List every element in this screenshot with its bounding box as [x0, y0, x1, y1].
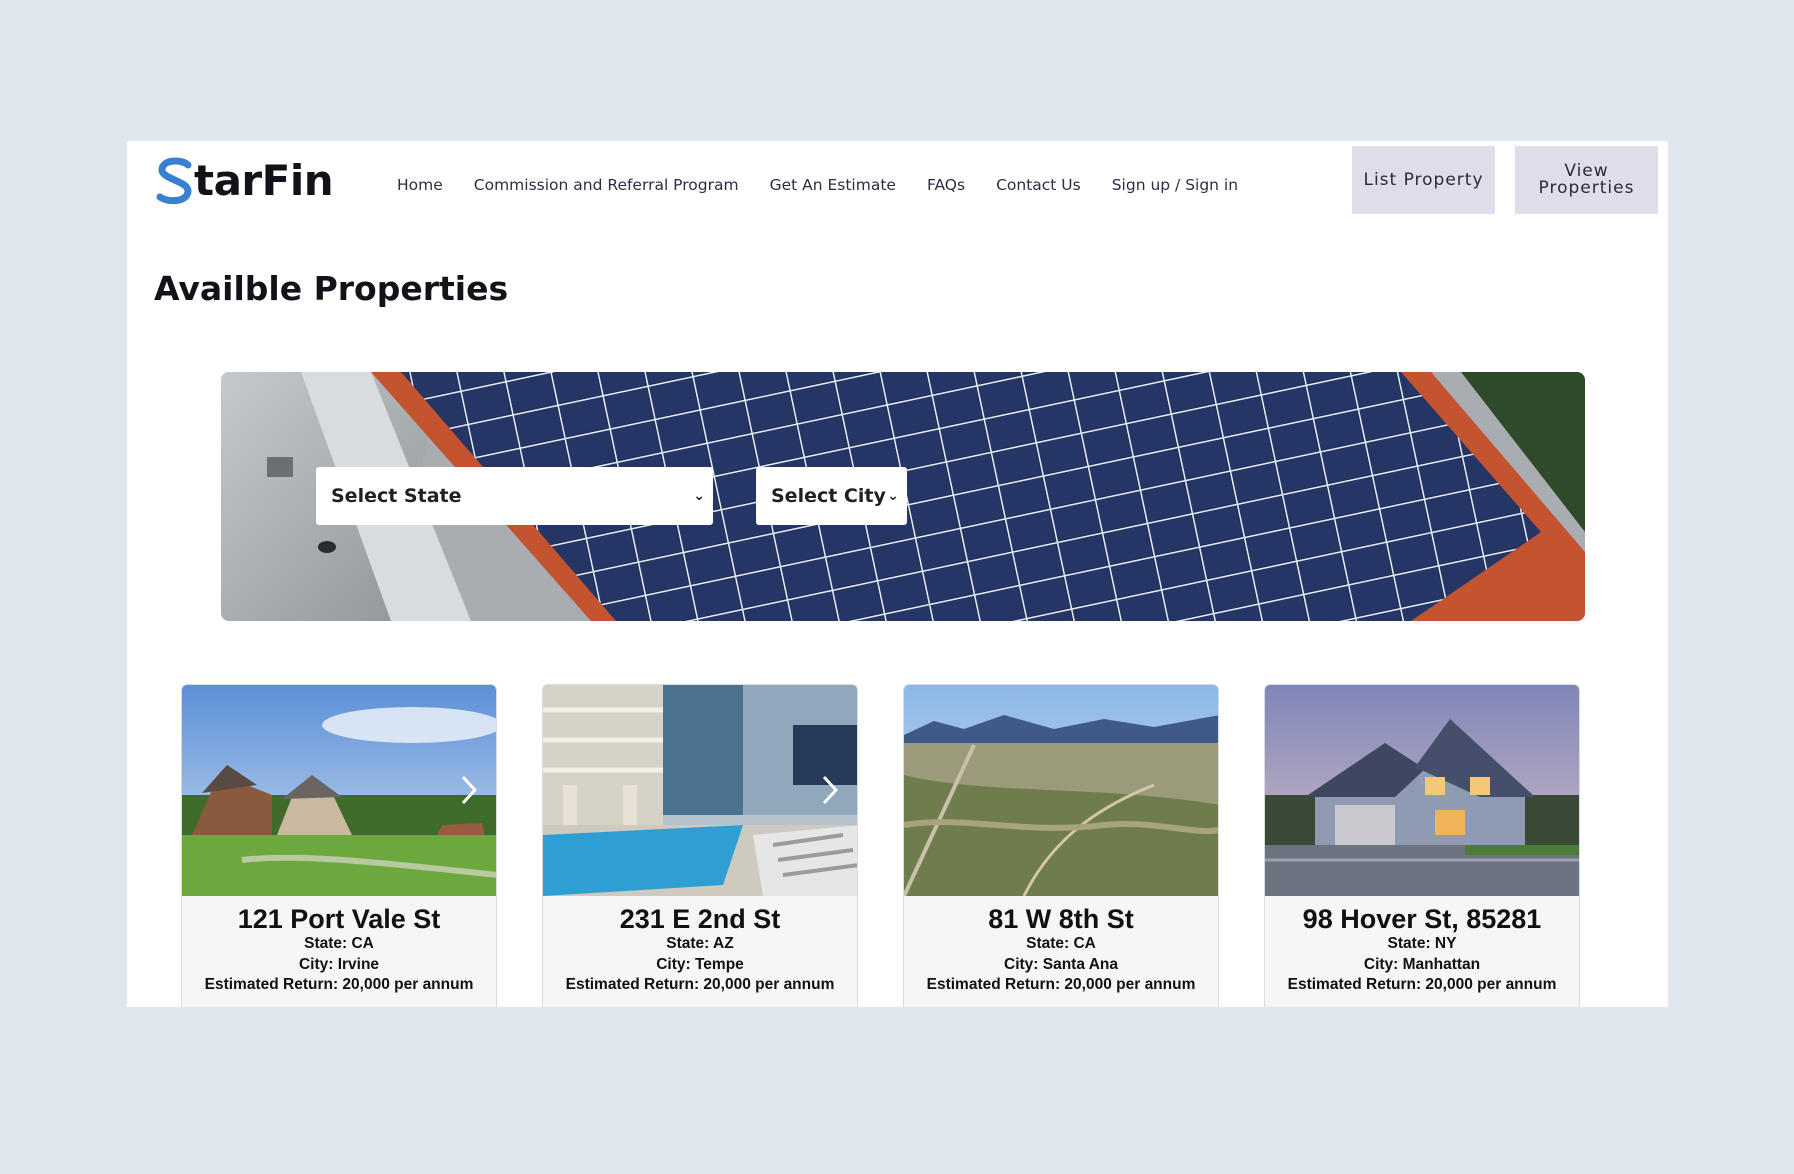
list-property-button[interactable]: List Property: [1352, 146, 1495, 214]
main-nav: Home Commission and Referral Program Get…: [397, 176, 1238, 194]
nav-faqs[interactable]: FAQs: [927, 176, 965, 194]
property-title: 98 Hover St, 85281: [1302, 904, 1542, 934]
property-return: Estimated Return: 20,000 per annum: [1287, 976, 1557, 993]
chevron-down-icon: ⌄: [693, 488, 705, 504]
property-state: State: AZ: [666, 935, 734, 952]
hero-banner: Select State ⌄ Select City ⌄: [221, 372, 1585, 621]
state-select-value: Select State: [331, 485, 462, 507]
chevron-down-icon: ⌄: [887, 488, 899, 504]
property-city: City: Irvine: [298, 955, 380, 973]
property-photo-suburban-homes: [182, 685, 496, 896]
property-return: Estimated Return: 20,000 per annum: [565, 976, 835, 993]
logo[interactable]: tarFin: [154, 155, 334, 207]
page-title: Availble Properties: [154, 269, 509, 308]
logo-text: tarFin: [194, 156, 334, 205]
property-card[interactable]: 81 W 8th St State: CA City: Santa Ana Es…: [903, 684, 1219, 1007]
property-state: State: CA: [304, 935, 374, 952]
nav-sign-in[interactable]: Sign up / Sign in: [1112, 176, 1238, 194]
property-card[interactable]: 121 Port Vale St State: CA City: Irvine …: [181, 684, 497, 1007]
city-select[interactable]: Select City ⌄: [756, 467, 907, 525]
logo-mark-icon: [156, 157, 192, 205]
nav-home[interactable]: Home: [397, 176, 443, 194]
page-container: tarFin Home Commission and Referral Prog…: [127, 141, 1668, 1007]
property-return: Estimated Return: 20,000 per annum: [926, 976, 1196, 993]
chevron-right-icon[interactable]: [815, 773, 845, 807]
property-city: City: Tempe: [656, 955, 744, 973]
nav-get-estimate[interactable]: Get An Estimate: [770, 176, 896, 194]
property-card[interactable]: 98 Hover St, 85281 State: NY City: Manha…: [1264, 684, 1580, 1007]
property-photo-pool-apartment: [543, 685, 857, 896]
state-select[interactable]: Select State ⌄: [316, 467, 713, 525]
property-title: 121 Port Vale St: [237, 904, 441, 934]
nav-contact-us[interactable]: Contact Us: [996, 176, 1081, 194]
property-return: Estimated Return: 20,000 per annum: [204, 976, 474, 993]
property-title: 81 W 8th St: [988, 904, 1134, 934]
property-city: City: Manhattan: [1363, 955, 1481, 973]
nav-commission-referral[interactable]: Commission and Referral Program: [474, 176, 739, 194]
property-card[interactable]: 231 E 2nd St State: AZ City: Tempe Estim…: [542, 684, 858, 1007]
property-state: State: CA: [1026, 935, 1096, 952]
property-state: State: NY: [1387, 935, 1457, 952]
property-city: City: Santa Ana: [1004, 955, 1118, 973]
property-title: 231 E 2nd St: [619, 904, 781, 934]
property-photo-modern-house: [1265, 685, 1579, 896]
city-select-value: Select City: [771, 485, 886, 507]
property-photo-desert-land: [904, 685, 1218, 896]
view-properties-button[interactable]: View Properties: [1515, 146, 1658, 214]
chevron-right-icon[interactable]: [454, 773, 484, 807]
